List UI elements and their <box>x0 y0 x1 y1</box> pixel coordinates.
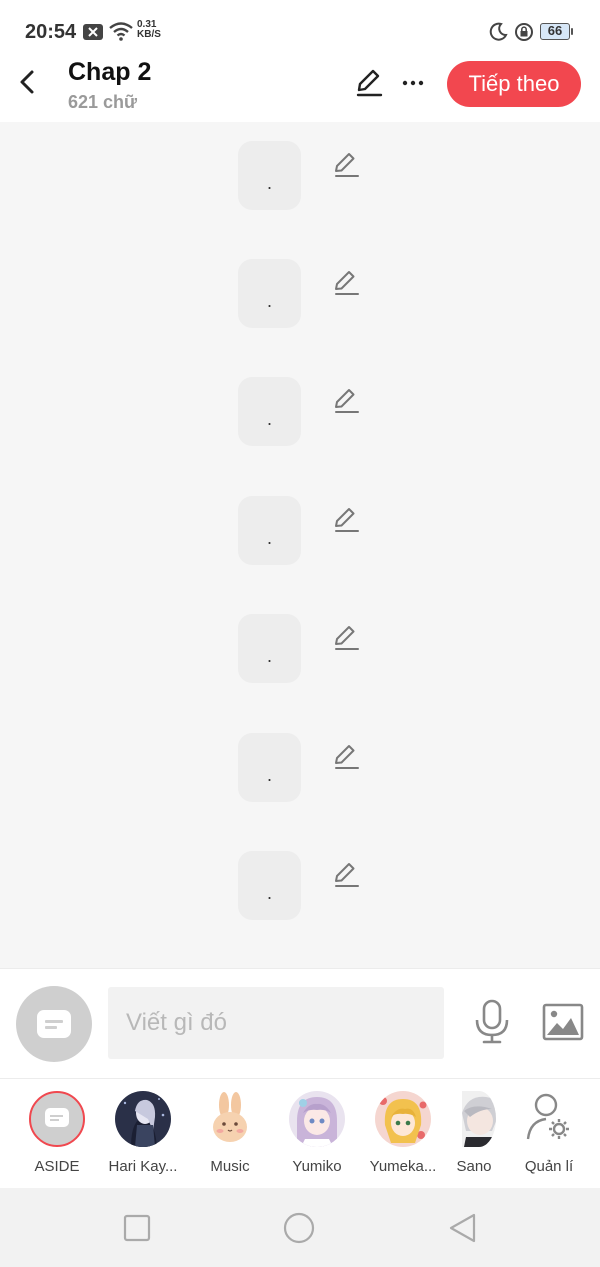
character-yumeka[interactable]: Yumeka... <box>360 1089 446 1184</box>
aside-card-icon <box>37 1010 71 1038</box>
moon-icon <box>488 22 508 47</box>
battery-tip <box>571 28 573 35</box>
rotation-lock-icon <box>514 22 534 47</box>
message-bubble[interactable]: . <box>238 851 301 920</box>
message-input[interactable] <box>108 987 444 1059</box>
system-nav-bar <box>0 1188 600 1267</box>
manage-characters-label[interactable]: Quản lí <box>516 1158 582 1175</box>
edit-title-icon[interactable] <box>354 68 384 98</box>
message-row: . <box>0 733 600 803</box>
character-music[interactable]: Music <box>187 1089 273 1184</box>
edit-message-icon[interactable] <box>332 151 360 179</box>
message-row: . <box>0 851 600 921</box>
message-row: . <box>0 259 600 329</box>
message-bubble[interactable]: . <box>238 377 301 446</box>
edit-message-icon[interactable] <box>332 387 360 415</box>
message-row: . <box>0 141 600 211</box>
manage-characters-icon[interactable] <box>524 1089 574 1145</box>
back-nav-icon[interactable] <box>447 1212 479 1244</box>
edit-message-icon[interactable] <box>332 743 360 771</box>
home-icon[interactable] <box>283 1212 315 1244</box>
back-arrow-icon[interactable] <box>14 66 42 98</box>
image-icon[interactable] <box>541 1002 585 1042</box>
more-options-icon[interactable] <box>398 68 428 98</box>
avatar <box>462 1091 496 1147</box>
battery-icon: 66 <box>540 23 570 40</box>
edit-message-icon[interactable] <box>332 269 360 297</box>
message-row: . <box>0 496 600 566</box>
character-label: Yumiko <box>292 1158 342 1175</box>
aside-toggle-button[interactable] <box>16 986 92 1062</box>
character-hari[interactable]: Hari Kay... <box>100 1089 186 1184</box>
composer <box>0 968 600 1078</box>
message-list: . . . . . . . <box>0 122 600 968</box>
edit-message-icon[interactable] <box>332 861 360 889</box>
character-bar: ASIDE Hari Kay... Music Yumiko Yumeka...… <box>0 1078 600 1188</box>
net-speed-unit: KB/S <box>137 29 161 40</box>
character-label: ASIDE <box>34 1158 80 1175</box>
message-bubble[interactable]: . <box>238 733 301 802</box>
net-speed: 0.31 KB/S <box>137 20 161 40</box>
character-yumiko[interactable]: Yumiko <box>274 1089 360 1184</box>
edit-message-icon[interactable] <box>332 506 360 534</box>
character-sano[interactable]: Sano <box>444 1089 504 1184</box>
avatar <box>289 1091 345 1147</box>
message-row: . <box>0 377 600 447</box>
aside-card-icon <box>45 1108 69 1127</box>
character-label: Sano <box>456 1158 492 1175</box>
message-bubble[interactable]: . <box>238 496 301 565</box>
message-row: . <box>0 614 600 684</box>
edit-message-icon[interactable] <box>332 624 360 652</box>
character-label: Music <box>210 1158 250 1175</box>
character-label: Hari Kay... <box>108 1158 178 1175</box>
notification-x-icon <box>83 24 103 40</box>
wifi-icon <box>109 21 133 46</box>
avatar <box>202 1091 258 1147</box>
status-time: 20:54 <box>25 21 77 43</box>
word-count: 621 chữ <box>68 92 138 112</box>
character-aside[interactable]: ASIDE <box>14 1089 100 1184</box>
aside-avatar <box>29 1091 85 1147</box>
page-title: Chap 2 <box>68 58 152 86</box>
avatar <box>115 1091 171 1147</box>
message-bubble[interactable]: . <box>238 614 301 683</box>
avatar <box>375 1091 431 1147</box>
microphone-icon[interactable] <box>472 999 512 1045</box>
character-label: Yumeka... <box>369 1158 437 1175</box>
recent-apps-icon[interactable] <box>121 1212 153 1244</box>
message-bubble[interactable]: . <box>238 141 301 210</box>
next-button[interactable]: Tiếp theo <box>447 61 581 107</box>
status-bar: 20:54 0.31 KB/S 66 <box>0 0 600 58</box>
header: Chap 2 621 chữ Tiếp theo <box>0 58 600 122</box>
message-bubble[interactable]: . <box>238 259 301 328</box>
